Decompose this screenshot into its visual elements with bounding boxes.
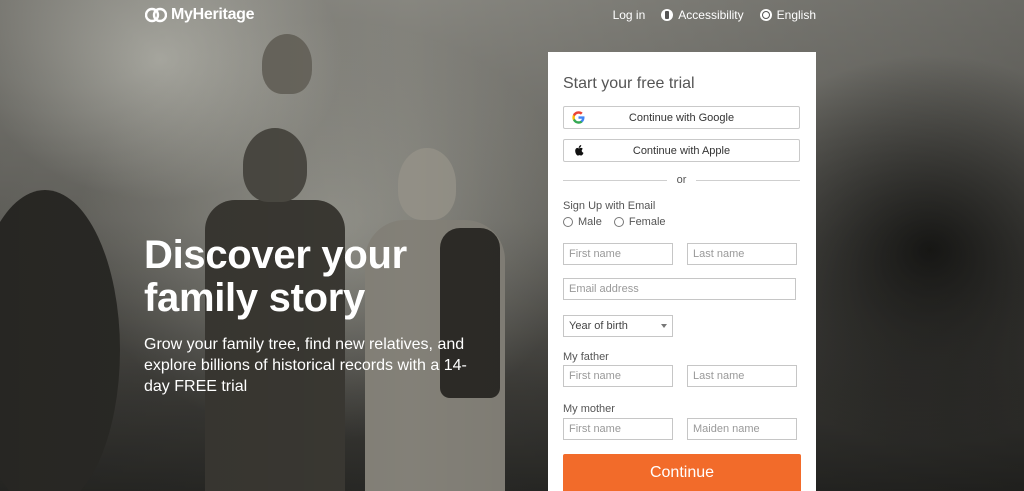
brand-logo[interactable]: MyHeritage [145, 5, 255, 25]
first-name-input[interactable] [563, 243, 673, 265]
female-label: Female [628, 216, 666, 228]
gender-female-option[interactable]: Female [613, 216, 666, 228]
mother-section-label: My mother [563, 403, 615, 415]
myheritage-logo-icon [145, 5, 167, 25]
language-selector[interactable]: English [759, 8, 816, 22]
apple-button-label: Continue with Apple [632, 144, 731, 157]
gender-male-option[interactable]: Male [563, 216, 602, 228]
chevron-down-icon [661, 324, 667, 328]
google-button-label: Continue with Google [628, 111, 735, 124]
year-of-birth-select[interactable]: Year of birth [563, 315, 673, 337]
continue-button[interactable]: Continue [563, 454, 801, 491]
father-first-name-input[interactable] [563, 365, 673, 387]
accessibility-label: Accessibility [678, 8, 744, 22]
male-radio[interactable] [563, 217, 573, 227]
language-label: English [776, 8, 816, 22]
continue-with-apple-button[interactable]: Continue with Apple [563, 139, 800, 162]
header-links: Log in Accessibility English [613, 8, 816, 22]
male-label: Male [578, 216, 602, 228]
mother-maiden-name-input[interactable] [687, 418, 797, 440]
last-name-input[interactable] [687, 243, 797, 265]
apple-icon [572, 144, 585, 157]
hero-title: Discover your family story [144, 234, 484, 320]
accessibility-icon [661, 9, 674, 21]
globe-icon [759, 9, 772, 21]
signup-title: Start your free trial [563, 75, 695, 92]
mother-first-name-input[interactable] [563, 418, 673, 440]
hero-title-line-1: Discover your [144, 233, 407, 277]
or-divider: or [563, 173, 800, 187]
accessibility-link[interactable]: Accessibility [661, 8, 744, 22]
hero-title-line-2: family story [144, 276, 365, 320]
female-radio[interactable] [613, 217, 624, 227]
father-section-label: My father [563, 351, 609, 363]
gender-selector: Male Female [563, 216, 666, 228]
or-label: or [676, 174, 687, 186]
divider-line-left [563, 179, 667, 181]
hero-subtitle: Grow your family tree, find new relative… [144, 336, 467, 395]
signup-card: Start your free trial Continue with Goog… [548, 52, 816, 491]
email-input[interactable] [563, 278, 796, 300]
email-signup-label: Sign Up with Email [563, 200, 656, 212]
google-icon [572, 111, 585, 124]
top-navigation: MyHeritage Log in Accessibility English [0, 0, 1024, 32]
father-last-name-input[interactable] [687, 365, 797, 387]
year-of-birth-label: Year of birth [569, 320, 628, 332]
brand-name: MyHeritage [171, 6, 255, 23]
divider-line-right [696, 179, 800, 181]
continue-with-google-button[interactable]: Continue with Google [563, 106, 800, 129]
login-link[interactable]: Log in [613, 8, 646, 22]
